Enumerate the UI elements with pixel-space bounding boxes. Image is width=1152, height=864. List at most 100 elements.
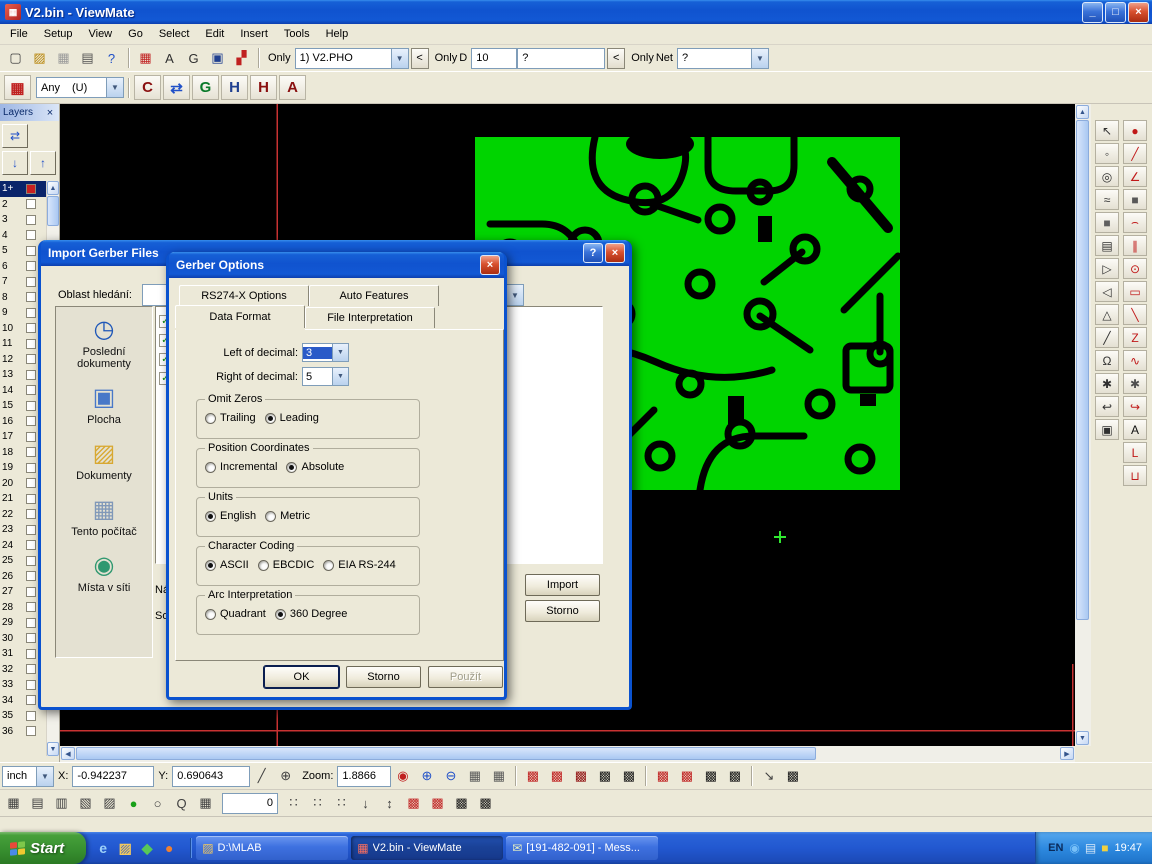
grid-dots-icon[interactable]: ▦	[463, 766, 486, 787]
place-m-sta-v-s-ti[interactable]: ◉Místa v síti	[56, 553, 152, 594]
draw-thin-line-icon[interactable]: ╲	[1123, 304, 1147, 325]
radio-trailing[interactable]: Trailing	[205, 412, 256, 424]
canvas-vertical-scrollbar[interactable]: ▲ ▼	[1075, 104, 1091, 746]
tray-alert-icon[interactable]: ■	[1101, 841, 1108, 855]
layer-stack-icon[interactable]: ▣	[206, 48, 229, 69]
pattern-b1-icon[interactable]: ▩	[651, 766, 674, 787]
report-icon[interactable]: ▞	[230, 48, 253, 69]
chevron-down-icon[interactable]: ▼	[332, 368, 348, 385]
grid-lines-icon[interactable]: ▦	[487, 766, 510, 787]
tray-messenger-icon[interactable]: ◉	[1069, 841, 1079, 855]
radio-absolute[interactable]: Absolute	[286, 461, 344, 473]
dialog-help-button[interactable]: ?	[583, 243, 603, 263]
highlight-grid-icon[interactable]: ▦	[4, 75, 31, 100]
draw-target-icon[interactable]: ⊙	[1123, 258, 1147, 279]
place-dokumenty[interactable]: ▨Dokumenty	[56, 441, 152, 482]
layer-color-box[interactable]	[26, 494, 36, 504]
layer-color-box[interactable]	[26, 277, 36, 287]
pattern-b2-icon[interactable]: ▩	[675, 766, 698, 787]
save-icon[interactable]: ▦	[52, 48, 75, 69]
pattern-r1-icon[interactable]: ▩	[402, 793, 425, 814]
minimize-button[interactable]: _	[1082, 2, 1103, 23]
pattern-r2-icon[interactable]: ▩	[426, 793, 449, 814]
menu-insert[interactable]: Insert	[232, 25, 276, 43]
film-grid-icon[interactable]: ▦	[2, 793, 25, 814]
restore-button[interactable]: □	[1105, 2, 1126, 23]
zoom-out-icon[interactable]: ⊖	[439, 766, 462, 787]
dcode-filter-field[interactable]: ?	[517, 48, 605, 69]
draw-arc-icon[interactable]: ⌢	[1123, 212, 1147, 233]
layer-color-box[interactable]	[26, 602, 36, 612]
layer-row-2[interactable]: 2	[0, 197, 47, 213]
aperture-list-icon[interactable]: A	[158, 48, 181, 69]
right-of-decimal-combo[interactable]: 5 ▼	[302, 367, 349, 386]
draw-rect-icon[interactable]: ▭	[1123, 281, 1147, 302]
pattern-a3-icon[interactable]: ▩	[569, 766, 592, 787]
left-of-decimal-combo[interactable]: 3 ▼	[302, 343, 349, 362]
layer-color-box[interactable]	[26, 587, 36, 597]
layer-color-box[interactable]	[26, 447, 36, 457]
internet-explorer-icon[interactable]: e	[94, 839, 112, 857]
units-combo[interactable]: inch ▼	[2, 766, 54, 787]
text-tool-icon[interactable]: A	[279, 75, 306, 100]
dcode-list-icon[interactable]: G	[182, 48, 205, 69]
hatch-icon[interactable]: ≈	[1095, 189, 1119, 210]
scroll-up-icon[interactable]: ▲	[1076, 105, 1089, 119]
layer-color-box[interactable]	[26, 680, 36, 690]
scrollbar-thumb[interactable]	[76, 747, 816, 760]
chevron-down-icon[interactable]: ▼	[506, 285, 523, 305]
origin-icon[interactable]: ⊕	[274, 766, 297, 787]
layer-color-box[interactable]	[26, 230, 36, 240]
layer-color-box[interactable]	[26, 199, 36, 209]
menu-help[interactable]: Help	[318, 25, 357, 43]
open-folder-icon[interactable]: ▨	[28, 48, 51, 69]
close-icon[interactable]: ×	[44, 107, 56, 119]
layer-color-box[interactable]	[26, 416, 36, 426]
draw-line-icon[interactable]: ╱	[1123, 143, 1147, 164]
dcode-display-field[interactable]: 0	[222, 793, 278, 814]
y-coordinate-field[interactable]: 0.690643	[172, 766, 250, 787]
import-button[interactable]: Import	[525, 574, 600, 596]
dialog-close-button[interactable]: ×	[480, 255, 500, 275]
layer-row-35[interactable]: 35	[0, 708, 47, 724]
radio-quadrant[interactable]: Quadrant	[205, 608, 266, 620]
traffic-light-icon[interactable]: ●	[122, 793, 145, 814]
layer-color-box[interactable]	[26, 432, 36, 442]
dialog-close-button[interactable]: ×	[605, 243, 625, 263]
pad-small-icon[interactable]: ◦	[1095, 143, 1119, 164]
dot-grid-a-icon[interactable]: ∷	[282, 793, 305, 814]
scroll-down-icon[interactable]: ▼	[1076, 731, 1089, 745]
print-icon[interactable]: ▤	[76, 48, 99, 69]
layer-color-box[interactable]	[26, 246, 36, 256]
layer-color-box[interactable]	[26, 540, 36, 550]
menu-go[interactable]: Go	[120, 25, 151, 43]
x-coordinate-field[interactable]: -0.942237	[72, 766, 154, 787]
pattern-b3-icon[interactable]: ▩	[699, 766, 722, 787]
chevron-down-icon[interactable]: ▼	[332, 344, 348, 361]
zoom-field[interactable]: 1.8866	[337, 766, 391, 787]
prev-dcode-button[interactable]: <	[607, 48, 625, 69]
draw-hook-icon[interactable]: ↪	[1123, 396, 1147, 417]
radio-ebcdic[interactable]: EBCDIC	[258, 559, 315, 571]
rows-icon[interactable]: ▤	[1095, 235, 1119, 256]
close-button[interactable]: ×	[1128, 2, 1149, 23]
layers-panel-header[interactable]: Layers ×	[0, 104, 59, 121]
layer-color-box[interactable]	[26, 184, 36, 194]
menu-select[interactable]: Select	[151, 25, 198, 43]
clock[interactable]: 19:47	[1114, 842, 1142, 854]
triangle-right-icon[interactable]: ▷	[1095, 258, 1119, 279]
pattern-a5-icon[interactable]: ▩	[617, 766, 640, 787]
draw-u-icon[interactable]: ⊔	[1123, 465, 1147, 486]
layer-color-box[interactable]	[26, 323, 36, 333]
draw-square-icon[interactable]: ■	[1123, 189, 1147, 210]
hook-icon[interactable]: ↩	[1095, 396, 1119, 417]
pattern-a4-icon[interactable]: ▩	[593, 766, 616, 787]
scroll-left-icon[interactable]: ◀	[61, 747, 75, 760]
prev-layer-button[interactable]: <	[411, 48, 429, 69]
layer-color-box[interactable]	[26, 339, 36, 349]
place-plocha[interactable]: ▣Plocha	[56, 385, 152, 426]
frame-icon[interactable]: ▣	[1095, 419, 1119, 440]
language-indicator[interactable]: EN	[1048, 842, 1063, 854]
dcode-field[interactable]: 10	[471, 48, 517, 69]
omega-icon[interactable]: Ω	[1095, 350, 1119, 371]
